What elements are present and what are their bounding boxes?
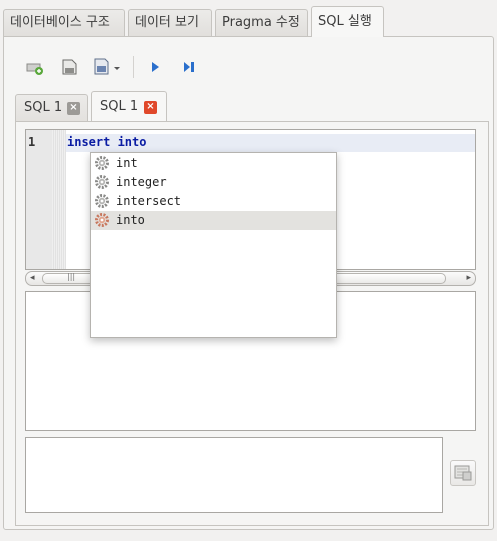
gear-icon [95,156,109,170]
autocomplete-item-selected[interactable]: into [91,211,336,230]
execute-all-button[interactable] [144,56,166,78]
sql-tab-label: SQL 1 [100,99,139,114]
toolbar-separator [133,56,134,78]
tab-browse-data[interactable]: 데이터 보기 [128,9,212,36]
close-icon[interactable]: × [67,102,80,115]
scroll-right-arrow-icon[interactable]: ▸ [466,272,471,285]
scroll-left-arrow-icon[interactable]: ◂ [30,272,35,285]
open-sql-icon [62,59,77,75]
dropdown-arrow-icon [114,67,120,70]
execute-current-line-icon [184,62,194,72]
open-sql-file-button[interactable] [58,56,80,78]
sql-code: insert into [67,135,147,149]
save-sql-icon [94,58,120,75]
tab-label: 데이터 보기 [135,15,199,30]
gear-icon [95,194,109,208]
autocomplete-item[interactable]: integer [91,173,336,192]
autocomplete-label: integer [116,175,167,189]
sql-tab-1[interactable]: SQL 1 × [15,94,88,121]
tab-execute-sql[interactable]: SQL 실행 [311,6,384,37]
fold-margin [52,130,66,269]
tab-database-structure[interactable]: 데이터베이스 구조 [3,9,125,36]
line-number: 1 [28,135,36,149]
autocomplete-label: int [116,156,138,170]
gear-icon [95,213,109,227]
copy-results-icon [454,465,472,481]
error-message-box [25,437,443,513]
tab-label: 데이터베이스 구조 [10,15,110,30]
autocomplete-item[interactable]: int [91,154,336,173]
sql-tab-label: SQL 1 [24,100,63,115]
autocomplete-label: into [116,213,145,227]
tab-label: SQL 실행 [318,14,372,29]
gear-icon [95,175,109,189]
autocomplete-label: intersect [116,194,182,208]
close-icon[interactable]: × [144,101,157,114]
open-tab-icon [26,63,43,75]
tab-label: Pragma 수정 [222,15,300,30]
autocomplete-item[interactable]: intersect [91,192,336,211]
line-number-gutter [26,130,52,269]
save-sql-file-button[interactable] [92,56,122,78]
tab-edit-pragmas[interactable]: Pragma 수정 [215,9,308,36]
copy-results-button[interactable] [450,460,476,486]
execute-current-line-button[interactable] [178,56,200,78]
execute-all-icon [152,62,159,72]
autocomplete-popup: int integer intersect into [90,152,337,338]
open-tab-button[interactable] [24,56,46,78]
sql-tab-2[interactable]: SQL 1 × [91,91,167,121]
grip-icon: ||| [67,272,76,281]
